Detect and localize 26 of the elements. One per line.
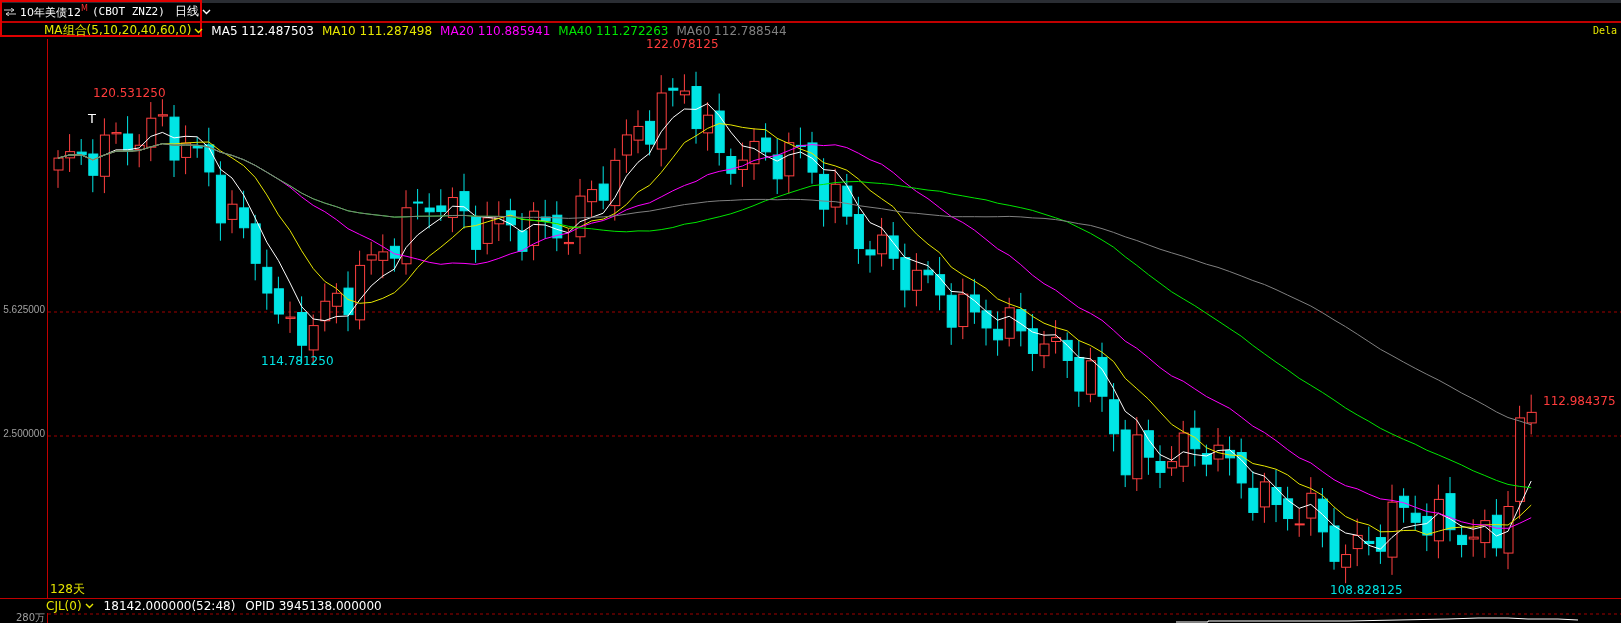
volume-value: 18142.000000(52:48) [103, 598, 236, 613]
open-interest-value: OPID 3945138.000000 [245, 598, 382, 613]
marker-text: T [88, 110, 96, 126]
price-extreme-label: 122.078125 [646, 38, 719, 51]
corner-text: Dela [1593, 25, 1619, 37]
price-extreme-label: 114.781250 [261, 353, 334, 368]
ma-value: MA10 111.287498 [321, 23, 433, 38]
ma-value: MA60 112.788544 [676, 23, 787, 38]
indicator-selector-dropdown[interactable]: CJL(0) [46, 598, 94, 613]
price-extreme-label: 108.828125 [1330, 582, 1403, 597]
swap-arrows-icon[interactable] [4, 7, 16, 16]
period-dropdown[interactable]: 日线 [168, 3, 211, 21]
instrument-title[interactable]: 10年美债12$^{M}$ [20, 4, 88, 20]
caret-icon[interactable] [194, 27, 204, 34]
contract-code: (CBOT ZNZ2) [91, 5, 165, 19]
price-extreme-label: 120.531250 [93, 85, 166, 100]
price-extreme-label: 112.984375 [1543, 393, 1616, 408]
price-axis-label: 5.625000 [3, 303, 45, 315]
ma-selector-dropdown[interactable]: MA组合(5,10,20,40,60,0) [44, 22, 204, 40]
ma-value: MA20 110.885941 [440, 23, 551, 38]
ma-value: MA5 112.487503 [211, 23, 314, 38]
volume-axis-label: 280万 [15, 613, 46, 623]
caret-icon[interactable] [84, 602, 94, 609]
day-span-label: 128天 [50, 581, 85, 596]
price-axis-label: 2.500000 [3, 427, 45, 439]
ma-value: MA40 111.272263 [558, 23, 669, 38]
